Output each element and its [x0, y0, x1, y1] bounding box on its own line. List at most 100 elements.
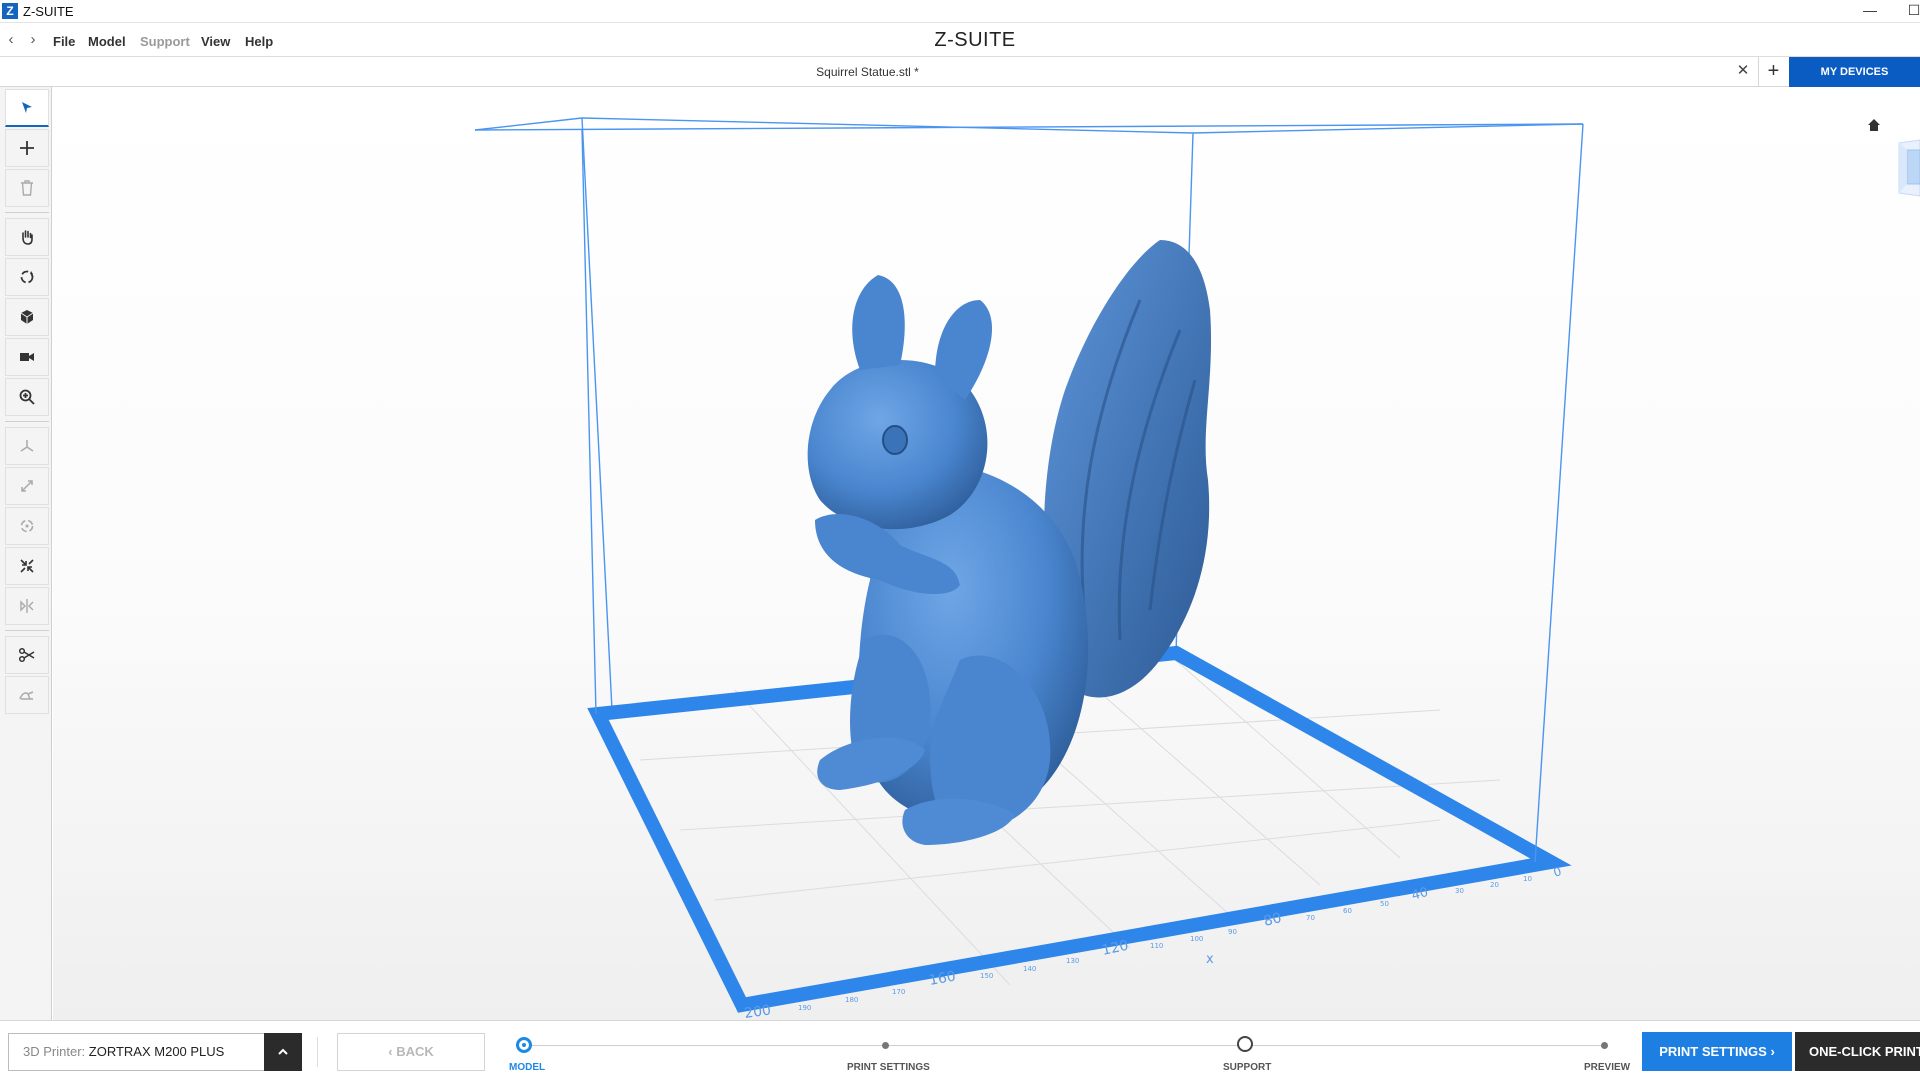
tick-label-80: 80 [1262, 910, 1283, 930]
menu-file[interactable]: File [53, 34, 75, 49]
step-model-label[interactable]: MODEL [509, 1062, 545, 1073]
select-tool-button[interactable] [5, 89, 49, 127]
chevron-right-icon: › [1770, 1044, 1775, 1059]
back-button-label: BACK [396, 1044, 434, 1059]
maximize-button[interactable]: ☐ [1892, 0, 1920, 22]
zoom-icon [19, 389, 35, 405]
nav-back-arrow-icon[interactable]: ‹ [3, 31, 19, 48]
title-bar: Z Z-SUITE — ☐ [0, 0, 1920, 23]
left-toolbar [0, 87, 52, 1020]
minimize-button[interactable]: — [1848, 0, 1892, 22]
my-devices-button[interactable]: MY DEVICES [1789, 57, 1920, 87]
hand-icon [22, 230, 33, 245]
repair-icon [19, 691, 34, 700]
bottom-bar: 3D Printer: ZORTRAX M200 PLUS ‹ BACK MOD… [0, 1020, 1920, 1080]
tick-label-110: 110 [1150, 942, 1163, 950]
menu-help[interactable]: Help [245, 34, 273, 49]
step-support-label[interactable]: SUPPORT [1223, 1062, 1271, 1073]
window-title: Z-SUITE [23, 4, 74, 19]
trash-icon [21, 180, 33, 196]
scene: 200 160 120 80 40 0 x 190 180 170 150 14… [474, 117, 1584, 1020]
fit-button[interactable] [5, 547, 49, 585]
tick-label-100: 100 [1190, 935, 1203, 943]
tick-label-10: 10 [1523, 875, 1532, 883]
menu-model[interactable]: Model [88, 34, 126, 49]
3d-viewport[interactable]: 200 160 120 80 40 0 x 190 180 170 150 14… [53, 88, 1920, 1020]
print-settings-button[interactable]: PRINT SETTINGS › [1642, 1032, 1792, 1071]
tick-label-180: 180 [845, 996, 858, 1004]
camera-icon [20, 353, 34, 361]
tick-label-170: 170 [892, 988, 905, 996]
tab-squirrel-statue[interactable]: Squirrel Statue.stl * [0, 65, 1735, 79]
fit-icon [20, 559, 34, 573]
printer-select-label: 3D Printer: [23, 1044, 86, 1059]
chevron-up-icon [278, 1048, 288, 1055]
tick-label-160: 160 [928, 969, 957, 989]
add-model-button[interactable] [5, 129, 49, 167]
back-button[interactable]: ‹ BACK [337, 1033, 485, 1071]
orbit-button[interactable] [5, 258, 49, 296]
tick-label-60: 60 [1343, 907, 1352, 915]
rotate-button[interactable] [5, 507, 49, 545]
plus-icon [20, 141, 34, 155]
zoom-button[interactable] [5, 378, 49, 416]
tick-label-130: 130 [1066, 957, 1079, 965]
toolbar-divider [5, 212, 49, 213]
rotate-icon [20, 519, 34, 533]
app-logo-icon: Z [2, 3, 18, 19]
step-preview-marker[interactable] [1601, 1042, 1608, 1049]
print-settings-label: PRINT SETTINGS [1659, 1044, 1767, 1059]
tab-close-icon[interactable]: ✕ [1734, 62, 1752, 80]
step-model-marker[interactable] [516, 1037, 532, 1053]
move-axes-icon [20, 440, 34, 452]
scissors-icon [18, 647, 35, 663]
orientation-cube-icon[interactable] [1889, 138, 1920, 198]
menu-bar: Z-SUITE ‹ › File Model Support View Help [0, 23, 1920, 57]
menu-support[interactable]: Support [140, 34, 190, 49]
toolbar-divider [5, 630, 49, 631]
lock-icon [1237, 1036, 1253, 1052]
cut-button[interactable] [5, 636, 49, 674]
tick-label-200: 200 [743, 1002, 772, 1020]
tick-label-90: 90 [1228, 928, 1237, 936]
repair-button[interactable] [5, 676, 49, 714]
pan-button[interactable] [5, 218, 49, 256]
move-button[interactable] [5, 427, 49, 465]
mirror-icon [20, 599, 34, 613]
chevron-left-icon: ‹ [388, 1044, 397, 1059]
new-tab-button[interactable]: + [1758, 57, 1788, 87]
printer-select[interactable]: 3D Printer: ZORTRAX M200 PLUS [8, 1033, 265, 1071]
step-print-settings-label[interactable]: PRINT SETTINGS [847, 1062, 930, 1073]
squirrel-model[interactable] [807, 240, 1212, 845]
step-print-settings-marker[interactable] [882, 1042, 889, 1049]
tick-label-70: 70 [1306, 914, 1315, 922]
bottom-divider [317, 1037, 318, 1067]
scale-icon [21, 480, 33, 492]
cube-icon [20, 310, 34, 324]
tick-label-50: 50 [1380, 900, 1389, 908]
step-preview-label[interactable]: PREVIEW [1584, 1062, 1630, 1073]
delete-button[interactable] [5, 169, 49, 207]
view-cube-button[interactable] [5, 298, 49, 336]
nav-forward-arrow-icon[interactable]: › [25, 31, 41, 48]
rotate-view-icon [20, 270, 34, 284]
mirror-button[interactable] [5, 587, 49, 625]
tick-label-30: 30 [1455, 887, 1464, 895]
tick-label-20: 20 [1490, 881, 1499, 889]
toolbar-divider [5, 421, 49, 422]
scale-button[interactable] [5, 467, 49, 505]
cursor-icon [22, 101, 32, 113]
printer-select-value: ZORTRAX M200 PLUS [88, 1044, 225, 1059]
tab-bar: Squirrel Statue.stl * ✕ + MY DEVICES [0, 57, 1920, 87]
menu-view[interactable]: View [201, 34, 230, 49]
squirrel-eye [882, 425, 908, 455]
camera-button[interactable] [5, 338, 49, 376]
squirrel-ear-left [852, 275, 905, 370]
brand-logo: Z-SUITE [934, 29, 1016, 51]
printer-dropdown-toggle[interactable] [264, 1033, 302, 1071]
x-axis-label: x [1206, 952, 1214, 967]
one-click-print-button[interactable]: ONE-CLICK PRINT [1795, 1032, 1920, 1071]
home-view-icon[interactable] [1867, 118, 1881, 132]
tick-label-190: 190 [798, 1004, 811, 1012]
tick-label-140: 140 [1023, 965, 1036, 973]
